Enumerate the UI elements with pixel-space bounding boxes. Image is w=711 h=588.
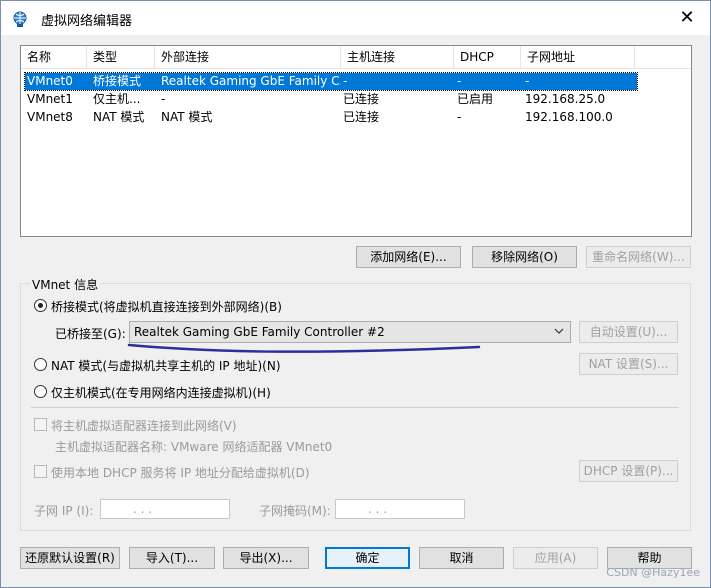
network-list[interactable]: 名称 类型 外部连接 主机连接 DHCP 子网地址 VMnet0 桥接模式 Re… xyxy=(20,45,692,237)
cell-dhcp: 已启用 xyxy=(457,92,494,106)
subnet-ip-input[interactable]: . . . xyxy=(100,499,230,519)
table-row[interactable]: VMnet1 仅主机... - 已连接 已启用 192.168.25.0 xyxy=(25,91,637,108)
table-row[interactable]: VMnet0 桥接模式 Realtek Gaming GbE Family C.… xyxy=(24,72,638,91)
watermark: CSDN @Hazy1ee xyxy=(606,566,700,579)
cell-type: 桥接模式 xyxy=(93,74,142,88)
rename-network-button[interactable]: 重命名网络(W)... xyxy=(586,246,691,268)
cell-external: - xyxy=(161,92,166,106)
subnet-ip-label: 子网 IP (I): xyxy=(34,504,94,518)
connect-adapter-label[interactable]: 将主机虚拟适配器连接到此网络(V) xyxy=(51,417,237,434)
restore-defaults-button[interactable]: 还原默认设置(R) xyxy=(20,547,120,569)
vmnet-info-label: VMnet 信息 xyxy=(30,276,101,293)
cell-host: - xyxy=(343,74,348,88)
import-button[interactable]: 导入(T)... xyxy=(129,547,215,569)
annotation-underline xyxy=(127,343,481,353)
add-network-button[interactable]: 添加网络(E)... xyxy=(356,246,461,268)
bridge-mode-radio[interactable] xyxy=(34,299,47,312)
subnet-mask-dots: . . . xyxy=(368,502,388,516)
subnet-mask-input[interactable]: . . . xyxy=(335,499,465,519)
network-globe-icon xyxy=(13,11,27,27)
host-only-radio[interactable] xyxy=(34,385,47,398)
remove-network-button[interactable]: 移除网络(O) xyxy=(472,246,577,268)
cancel-button[interactable]: 取消 xyxy=(419,547,504,569)
column-header-dhcp[interactable]: DHCP xyxy=(454,46,521,68)
subnet-ip-dots: . . . xyxy=(133,502,153,516)
cell-subnet: 192.168.25.0 xyxy=(525,92,606,106)
table-row[interactable]: VMnet8 NAT 模式 NAT 模式 已连接 - 192.168.100.0 xyxy=(25,109,637,126)
subnet-mask-label: 子网掩码(M): xyxy=(259,504,331,518)
apply-button[interactable]: 应用(A) xyxy=(513,547,598,569)
bridge-mode-label[interactable]: 桥接模式(将虚拟机直接连接到外部网络)(B) xyxy=(51,298,282,315)
ok-button[interactable]: 确定 xyxy=(325,547,410,569)
column-header-external[interactable]: 外部连接 xyxy=(155,46,341,68)
cell-dhcp: - xyxy=(457,74,462,88)
connect-adapter-checkbox[interactable] xyxy=(34,418,47,431)
virtual-network-editor-window: 虚拟网络编辑器 ✕ 名称 类型 外部连接 主机连接 DHCP 子网地址 VMne… xyxy=(0,0,711,588)
cell-name: VMnet1 xyxy=(27,92,73,106)
export-button[interactable]: 导出(X)... xyxy=(223,547,309,569)
separator xyxy=(31,407,679,408)
cell-subnet: - xyxy=(525,74,530,88)
close-button[interactable]: ✕ xyxy=(664,1,710,35)
dhcp-label[interactable]: 使用本地 DHCP 服务将 IP 地址分配给虚拟机(D) xyxy=(51,464,310,481)
auto-settings-button[interactable]: 自动设置(U)... xyxy=(579,321,678,343)
host-only-label[interactable]: 仅主机模式(在专用网络内连接虚拟机)(H) xyxy=(51,384,271,401)
list-header: 名称 类型 外部连接 主机连接 DHCP 子网地址 xyxy=(21,46,691,69)
cell-external: Realtek Gaming GbE Family C... xyxy=(161,74,341,88)
window-title: 虚拟网络编辑器 xyxy=(41,14,133,29)
nat-mode-radio[interactable] xyxy=(34,358,47,371)
cell-type: NAT 模式 xyxy=(93,110,145,124)
bridged-adapter-select[interactable]: Realtek Gaming GbE Family Controller #2 xyxy=(129,321,571,343)
cell-type: 仅主机... xyxy=(93,92,141,106)
bridged-to-label: 已桥接至(G): xyxy=(55,327,126,341)
cell-host: 已连接 xyxy=(343,92,380,106)
nat-mode-label[interactable]: NAT 模式(与虚拟机共享主机的 IP 地址)(N) xyxy=(51,357,281,374)
cell-subnet: 192.168.100.0 xyxy=(525,110,613,124)
nat-settings-button[interactable]: NAT 设置(S)... xyxy=(579,353,678,375)
bridged-adapter-value: Realtek Gaming GbE Family Controller #2 xyxy=(134,325,385,339)
cell-external: NAT 模式 xyxy=(161,110,213,124)
cell-name: VMnet8 xyxy=(27,110,73,124)
chevron-down-icon xyxy=(554,328,564,334)
title-bar: 虚拟网络编辑器 ✕ xyxy=(1,1,710,35)
adapter-name-text: 主机虚拟适配器名称: VMware 网络适配器 VMnet0 xyxy=(55,440,333,454)
dhcp-checkbox[interactable] xyxy=(34,465,47,478)
cell-name: VMnet0 xyxy=(27,74,73,88)
column-header-name[interactable]: 名称 xyxy=(21,46,87,68)
column-header-type[interactable]: 类型 xyxy=(87,46,155,68)
column-header-host[interactable]: 主机连接 xyxy=(341,46,454,68)
dhcp-settings-button[interactable]: DHCP 设置(P)... xyxy=(579,460,678,482)
cell-dhcp: - xyxy=(457,110,462,124)
cell-host: 已连接 xyxy=(343,110,380,124)
column-header-subnet[interactable]: 子网地址 xyxy=(521,46,635,68)
